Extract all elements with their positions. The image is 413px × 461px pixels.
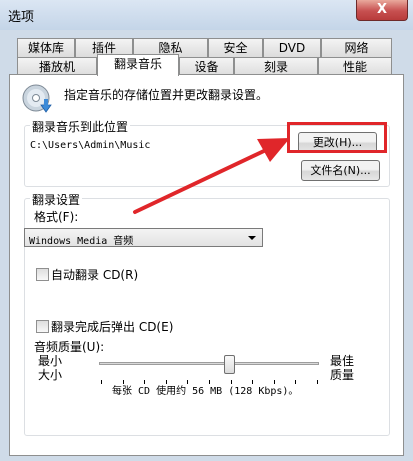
tab-rip-music[interactable]: 翻录音乐 [97, 54, 179, 76]
title-bar: 选项 X [0, 0, 413, 30]
tab-library[interactable]: 媒体库 [17, 38, 75, 57]
filename-button[interactable]: 文件名(N)... [301, 160, 380, 181]
change-location-button[interactable]: 更改(H)... [298, 132, 377, 153]
format-select[interactable]: Windows Media 音频 [24, 228, 263, 247]
close-button[interactable]: X [356, 0, 408, 21]
eject-checkbox[interactable] [36, 320, 49, 333]
chevron-down-icon [248, 236, 256, 240]
window-title: 选项 [8, 10, 35, 25]
tab-network[interactable]: 网络 [321, 38, 392, 57]
tab-security[interactable]: 安全 [208, 38, 263, 57]
format-select-value: Windows Media 音频 [29, 236, 134, 247]
auto-rip-checkbox[interactable] [36, 268, 49, 281]
quality-slider-thumb[interactable] [223, 355, 235, 374]
tab-dvd[interactable]: DVD [263, 38, 321, 57]
